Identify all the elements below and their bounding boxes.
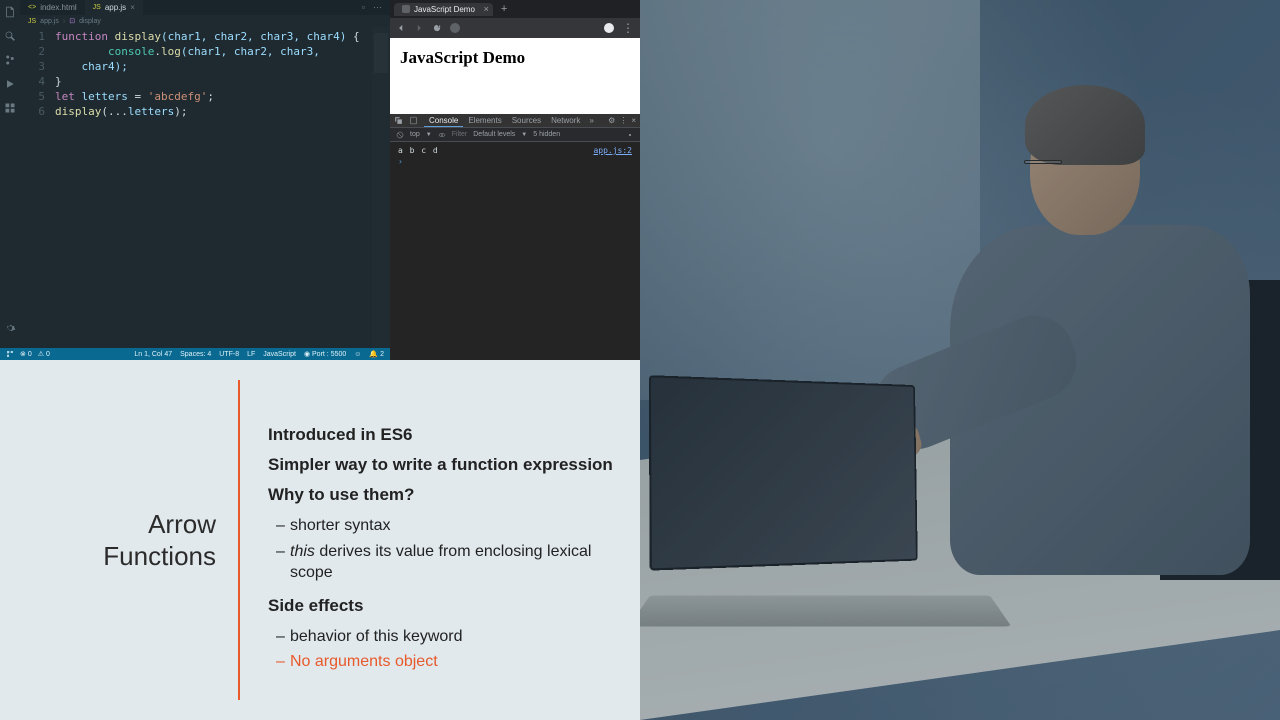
context-selector[interactable]: top [410, 131, 420, 138]
settings-gear-icon[interactable] [626, 131, 634, 139]
extensions-icon[interactable] [4, 102, 16, 114]
filter-input[interactable]: Filter [452, 131, 468, 138]
reload-icon[interactable] [432, 23, 442, 33]
stock-photo [640, 0, 1280, 720]
console-source-link[interactable]: app.js:2 [593, 146, 632, 155]
chevron-down-icon: ▼ [521, 132, 527, 138]
search-icon[interactable] [4, 30, 16, 42]
slide-title: Arrow Functions [103, 508, 216, 573]
profile-avatar[interactable] [604, 23, 614, 33]
debug-icon[interactable] [4, 78, 16, 90]
browser-toolbar: ⋮ [390, 18, 640, 38]
devtools-tab-elements[interactable]: Elements [463, 114, 506, 127]
inspect-icon[interactable] [394, 116, 403, 125]
devtools-settings-icon[interactable]: ⚙ [608, 116, 615, 125]
console-prompt[interactable]: › [398, 157, 632, 166]
errors-count[interactable]: ⊗ 0 [20, 350, 32, 358]
js-icon: JS [93, 4, 101, 11]
slide-bullet-highlighted: No arguments object [268, 651, 620, 673]
tab-app-js[interactable]: JS app.js × [85, 0, 143, 15]
browser-viewport: JavaScript Demo [390, 38, 640, 114]
split-editor-icon[interactable]: ▫ [362, 2, 365, 13]
devtools-tab-console[interactable]: Console [424, 114, 463, 127]
clear-console-icon[interactable] [396, 131, 404, 139]
warnings-count[interactable]: ⚠ 0 [38, 350, 50, 358]
slide-heading: Why to use them? [268, 485, 620, 505]
close-icon[interactable]: × [484, 4, 489, 14]
eye-icon[interactable] [438, 131, 446, 139]
cursor-position[interactable]: Ln 1, Col 47 [134, 351, 172, 358]
html-icon: <> [28, 4, 36, 11]
code-editor[interactable]: 1 2 3 4 5 6 function display(char1, char… [20, 27, 390, 348]
status-bar: ⊗ 0 ⚠ 0 Ln 1, Col 47 Spaces: 4 UTF-8 LF … [0, 348, 390, 360]
close-icon[interactable]: × [130, 3, 135, 12]
indentation[interactable]: Spaces: 4 [180, 351, 211, 358]
devtools-tab-sources[interactable]: Sources [507, 114, 546, 127]
chevron-down-icon: ▼ [426, 132, 432, 138]
git-icon[interactable] [4, 54, 16, 66]
slide-point: Introduced in ES6 [268, 425, 620, 445]
activity-bar [0, 0, 20, 340]
feedback-icon[interactable]: ☺ [354, 351, 361, 358]
files-icon[interactable] [4, 6, 16, 18]
forward-icon[interactable] [414, 23, 424, 33]
device-icon[interactable] [409, 116, 418, 125]
browser-tabs: JavaScript Demo × + [390, 0, 640, 18]
more-icon[interactable]: ⋯ [373, 2, 382, 13]
more-tabs-icon[interactable]: » [585, 116, 597, 125]
git-branch-icon[interactable] [6, 350, 14, 358]
slide-panel: Arrow Functions Introduced in ES6 Simple… [0, 360, 640, 720]
browser-tab[interactable]: JavaScript Demo × [394, 3, 493, 16]
console-output-area[interactable]: a b c d app.js:2 › [390, 142, 640, 360]
back-icon[interactable] [396, 23, 406, 33]
console-toolbar: top ▼ Filter Default levels ▼ 5 hidden [390, 128, 640, 142]
devtools-tabs: Console Elements Sources Network » ⚙ ⋮ × [390, 114, 640, 128]
page-heading: JavaScript Demo [400, 48, 630, 68]
slide-bullet: shorter syntax [268, 515, 620, 537]
eol[interactable]: LF [247, 351, 255, 358]
breadcrumb[interactable]: JS app.js › ⊡ display [20, 15, 390, 27]
devtools: Console Elements Sources Network » ⚙ ⋮ ×… [390, 114, 640, 360]
console-log-output: a b c d [398, 146, 439, 155]
slide-heading: Side effects [268, 596, 620, 616]
hidden-count[interactable]: 5 hidden [533, 131, 560, 138]
js-icon: JS [28, 18, 36, 25]
code-content[interactable]: function display(char1, char2, char3, ch… [55, 27, 390, 348]
notifications-icon[interactable]: 🔔 2 [369, 350, 384, 358]
live-server-port[interactable]: ◉ Port : 5500 [304, 350, 346, 358]
language-mode[interactable]: JavaScript [263, 351, 296, 358]
log-levels[interactable]: Default levels [473, 131, 515, 138]
tab-index-html[interactable]: <> index.html [20, 0, 85, 15]
devtools-tab-network[interactable]: Network [546, 114, 585, 127]
slide-bullet: behavior of this keyword [268, 626, 620, 648]
vscode-editor: <> index.html JS app.js × ▫ ⋯ JS app.js … [0, 0, 390, 360]
menu-icon[interactable]: ⋮ [622, 22, 634, 34]
code-demo-area: <> index.html JS app.js × ▫ ⋯ JS app.js … [0, 0, 640, 360]
browser-window: JavaScript Demo × + ⋮ JavaScript Demo Co… [390, 0, 640, 360]
line-numbers: 1 2 3 4 5 6 [20, 27, 55, 348]
encoding[interactable]: UTF-8 [219, 351, 239, 358]
page-favicon-icon [402, 5, 410, 13]
minimap[interactable] [372, 27, 390, 348]
slide-point: Simpler way to write a function expressi… [268, 455, 620, 475]
slide-content: Introduced in ES6 Simpler way to write a… [240, 360, 640, 720]
slide-bullet: this derives its value from enclosing le… [268, 541, 620, 584]
devtools-menu-icon[interactable]: ⋮ [619, 116, 627, 125]
editor-tabs: <> index.html JS app.js × ▫ ⋯ [20, 0, 390, 15]
close-icon[interactable]: × [631, 116, 636, 125]
url-favicon-icon [450, 23, 460, 33]
settings-gear-icon[interactable] [4, 322, 16, 334]
symbol-icon: ⊡ [69, 17, 75, 25]
new-tab-button[interactable]: + [493, 3, 515, 15]
